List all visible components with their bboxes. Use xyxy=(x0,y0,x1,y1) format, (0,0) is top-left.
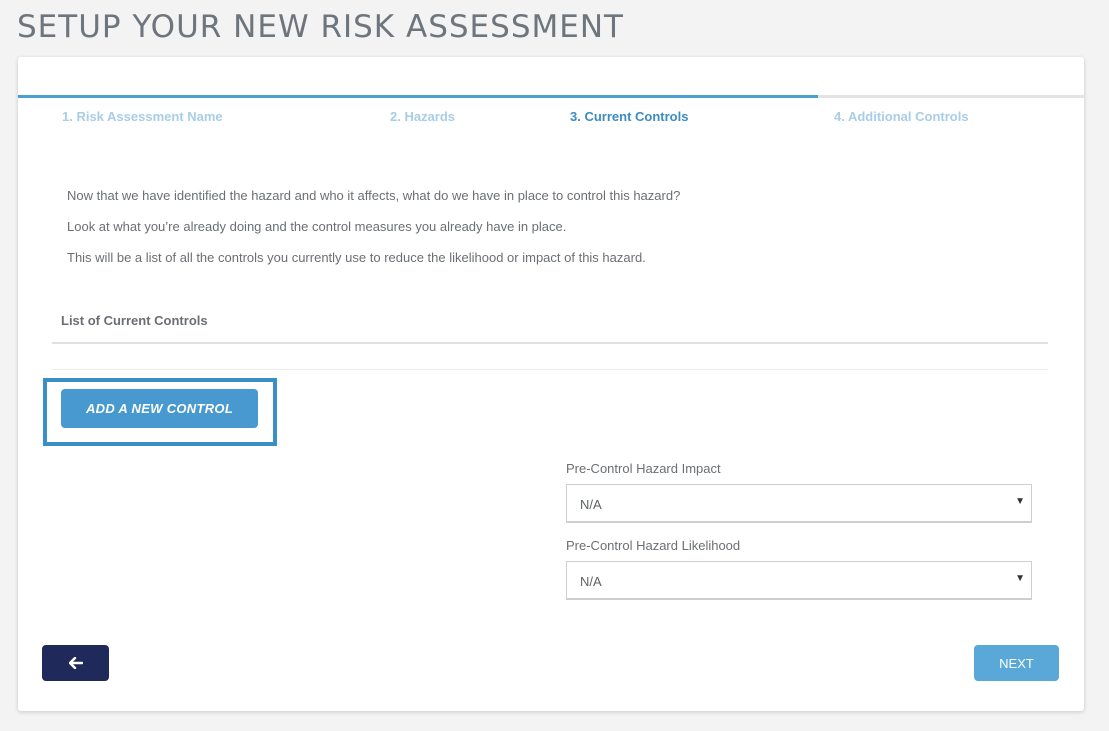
step-additional-controls[interactable]: 4. Additional Controls xyxy=(834,109,969,124)
next-button[interactable]: NEXT xyxy=(974,645,1059,681)
caret-down-icon: ▼ xyxy=(1015,573,1025,584)
likelihood-select-value: N/A xyxy=(580,574,602,589)
likelihood-select[interactable]: N/A ▼ xyxy=(566,561,1032,600)
intro-text-3: This will be a list of all the controls … xyxy=(67,250,646,265)
arrow-left-icon xyxy=(68,657,83,669)
impact-label: Pre-Control Hazard Impact xyxy=(566,461,721,476)
intro-text-1: Now that we have identified the hazard a… xyxy=(67,188,681,203)
list-divider-light xyxy=(52,369,1048,370)
add-new-control-button[interactable]: ADD A NEW CONTROL xyxy=(61,389,258,428)
wizard-card: 1. Risk Assessment Name 2. Hazards 3. Cu… xyxy=(18,57,1084,711)
intro-text-2: Look at what you’re already doing and th… xyxy=(67,219,567,234)
list-divider xyxy=(52,342,1048,344)
caret-down-icon: ▼ xyxy=(1015,496,1025,507)
back-button[interactable] xyxy=(42,645,109,681)
page-title: SETUP YOUR NEW RISK ASSESSMENT xyxy=(17,9,624,45)
step-current-controls[interactable]: 3. Current Controls xyxy=(570,109,688,124)
impact-select[interactable]: N/A ▼ xyxy=(566,484,1032,523)
controls-list-title: List of Current Controls xyxy=(61,313,208,328)
likelihood-label: Pre-Control Hazard Likelihood xyxy=(566,538,741,553)
step-risk-assessment-name[interactable]: 1. Risk Assessment Name xyxy=(62,109,223,124)
step-hazards[interactable]: 2. Hazards xyxy=(390,109,455,124)
impact-select-value: N/A xyxy=(580,497,602,512)
